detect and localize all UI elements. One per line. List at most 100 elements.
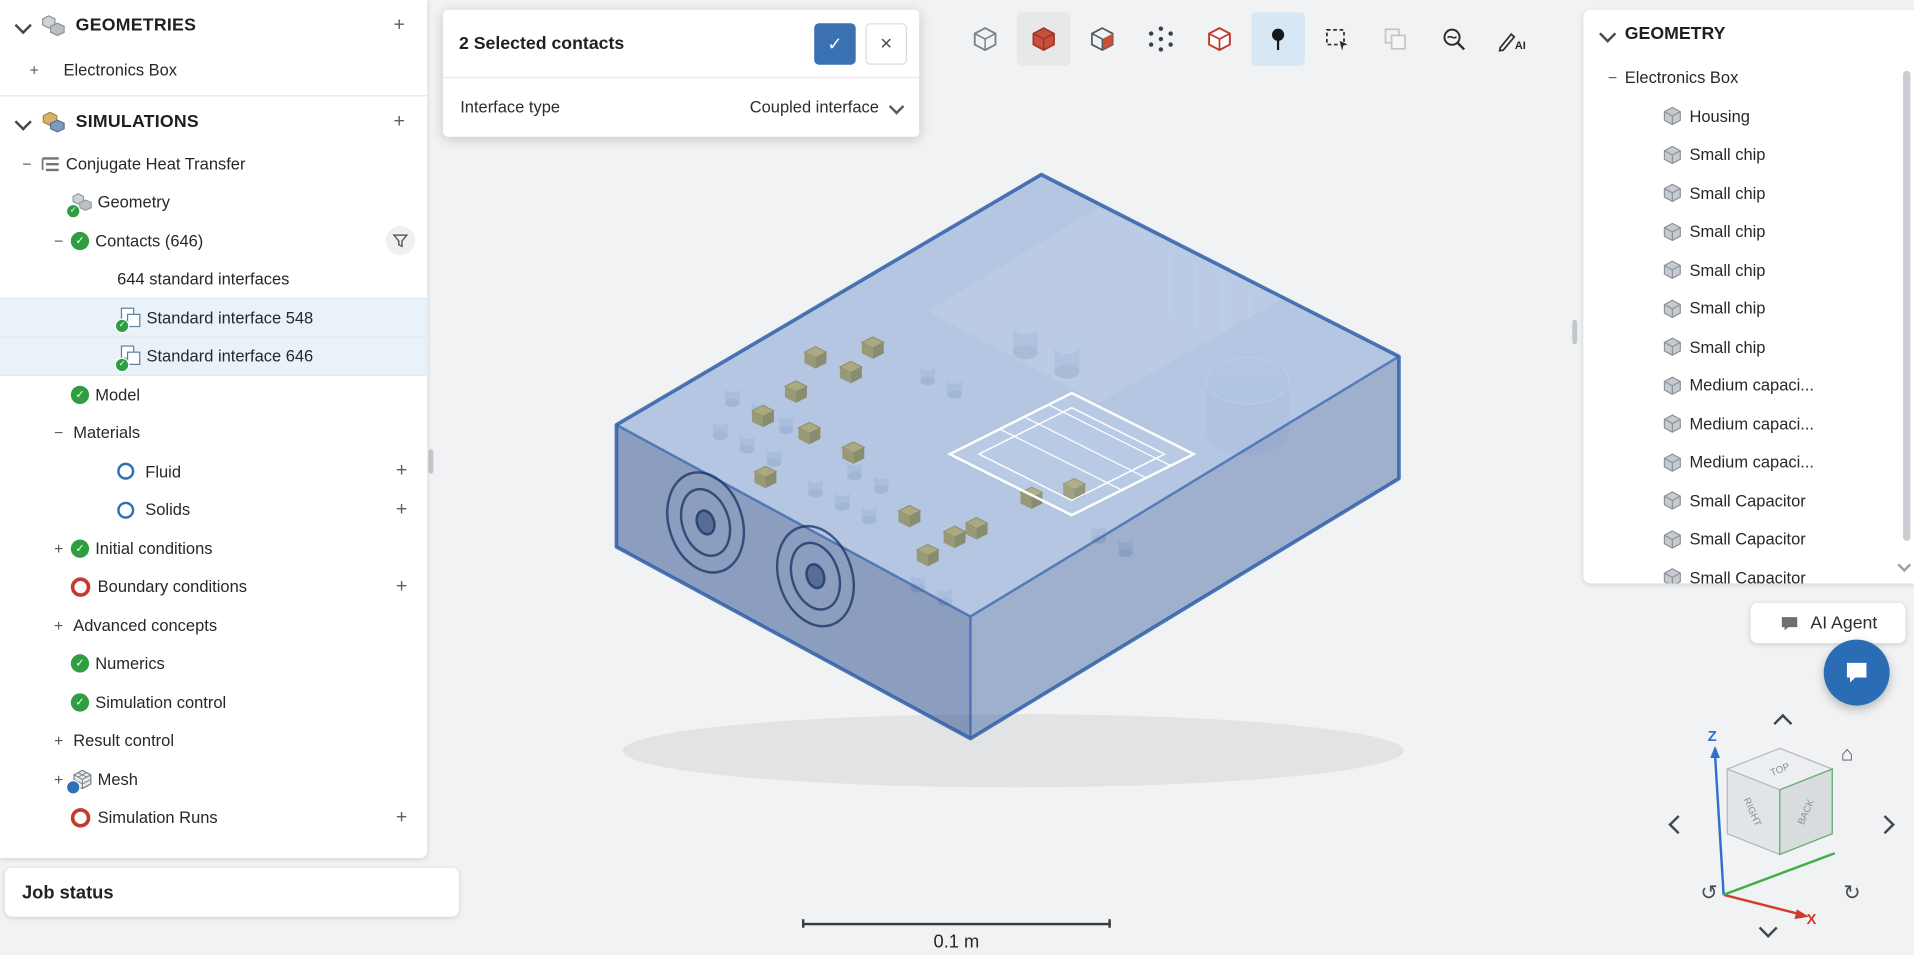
home-view-button[interactable]: ⌂ <box>1841 742 1854 766</box>
interface-type-value: Coupled interface <box>750 98 879 116</box>
tree-item-mesh[interactable]: Mesh <box>0 760 427 798</box>
rotate-up-button[interactable] <box>1776 714 1789 736</box>
add-geometry-button[interactable] <box>386 12 413 39</box>
geom-item[interactable]: Medium capaci... <box>1583 366 1914 404</box>
tree-item-simulation-runs[interactable]: Simulation Runs <box>0 798 427 836</box>
geom-item[interactable]: Small chip <box>1583 212 1914 250</box>
probe-inspect-icon[interactable] <box>1427 12 1481 66</box>
job-status-label: Job status <box>22 882 114 903</box>
add-boundary-condition-button[interactable] <box>388 573 415 600</box>
tree-item-644-standard-interfaces[interactable]: 644 standard interfaces <box>0 260 427 298</box>
geom-item[interactable]: Small Capacitor <box>1583 520 1914 558</box>
collapse-icon[interactable] <box>17 155 37 173</box>
expand-icon[interactable] <box>49 616 69 634</box>
part-cube-icon <box>1661 413 1683 435</box>
expand-icon[interactable] <box>24 61 44 79</box>
interface-type-select[interactable]: Coupled interface <box>750 98 902 116</box>
chevron-down-icon <box>15 17 32 34</box>
scale-label: 0.1 m <box>802 931 1111 952</box>
tree-item-boundary-conditions[interactable]: Boundary conditions <box>0 568 427 606</box>
geom-item[interactable]: Small Capacitor <box>1583 482 1914 520</box>
tree-item-initial-conditions[interactable]: Initial conditions <box>0 529 427 567</box>
collapse-icon[interactable] <box>49 232 69 250</box>
check-badge-icon <box>66 204 81 219</box>
tree-item-electronics-box-geom[interactable]: Electronics Box <box>0 51 427 89</box>
rotate-down-button[interactable] <box>1761 919 1774 941</box>
expand-icon[interactable] <box>49 539 69 557</box>
view-cube[interactable]: TOP RIGHT BACK Z X <box>1654 702 1910 952</box>
geometry-icon <box>71 191 93 213</box>
interface-icon <box>120 345 142 367</box>
tree-item-model[interactable]: Model <box>0 375 427 413</box>
chevron-down-icon <box>15 113 32 130</box>
ai-agent-label: AI Agent <box>1810 613 1877 633</box>
left-panel-resize-handle[interactable] <box>428 449 433 473</box>
geom-item-electronics-box[interactable]: Electronics Box <box>1583 59 1914 97</box>
tree-item-fluid[interactable]: Fluid <box>0 452 427 490</box>
rotate-ccw-button[interactable]: ↺ <box>1700 881 1717 905</box>
tree-item-numerics[interactable]: Numerics <box>0 645 427 683</box>
scroll-down-icon[interactable] <box>1899 554 1909 576</box>
geom-item[interactable]: Medium capaci... <box>1583 405 1914 443</box>
filter-button[interactable] <box>386 226 415 255</box>
scale-bar <box>802 923 1111 925</box>
isolate-selection-icon <box>1368 12 1422 66</box>
collapse-icon[interactable] <box>49 424 69 442</box>
box-select-icon[interactable] <box>1310 12 1364 66</box>
tree-item-materials[interactable]: Materials <box>0 414 427 452</box>
geometries-header[interactable]: GEOMETRIES <box>0 0 427 51</box>
select-edges-icon[interactable] <box>1193 12 1247 66</box>
simulations-header[interactable]: SIMULATIONS <box>0 98 427 144</box>
right-panel-resize-handle[interactable] <box>1572 320 1577 344</box>
geometry-header[interactable]: GEOMETRY <box>1583 10 1914 59</box>
geom-item[interactable]: Small chip <box>1583 174 1914 212</box>
rotate-cw-button[interactable]: ↻ <box>1843 881 1860 905</box>
select-faces-icon[interactable] <box>1075 12 1129 66</box>
ai-agent-button[interactable]: AI Agent <box>1750 603 1905 643</box>
tree-item-conjugate-heat-transfer[interactable]: Conjugate Heat Transfer <box>0 145 427 183</box>
part-cube-icon <box>1661 567 1683 584</box>
add-solid-button[interactable] <box>388 497 415 524</box>
geom-item[interactable]: Medium capaci... <box>1583 443 1914 481</box>
confirm-button[interactable] <box>814 23 856 65</box>
select-volumes-icon[interactable] <box>958 12 1012 66</box>
add-fluid-button[interactable] <box>388 458 415 485</box>
select-vertices-icon[interactable] <box>1134 12 1188 66</box>
geom-item[interactable]: Small chip <box>1583 289 1914 327</box>
select-solids-icon[interactable] <box>1017 12 1071 66</box>
geom-item[interactable]: Small chip <box>1583 135 1914 173</box>
tree-item-standard-interface-548[interactable]: Standard interface 548 <box>0 298 427 336</box>
job-status-bar[interactable]: Job status <box>5 868 459 917</box>
geom-item[interactable]: Small chip <box>1583 251 1914 289</box>
geom-item[interactable]: Small Capacitor <box>1583 558 1914 583</box>
cancel-button[interactable] <box>865 23 907 65</box>
tree-item-contacts[interactable]: Contacts (646) <box>0 222 427 260</box>
selection-title: 2 Selected contacts <box>459 34 624 54</box>
geom-item[interactable]: Small chip <box>1583 328 1914 366</box>
rotate-left-button[interactable] <box>1671 815 1684 837</box>
pin-tool-icon[interactable] <box>1251 12 1305 66</box>
expand-icon[interactable] <box>49 732 69 750</box>
check-icon <box>71 539 89 557</box>
simulation-tree-panel: GEOMETRIES Electronics Box SIMULATIONS C… <box>0 0 427 858</box>
support-chat-button[interactable] <box>1824 640 1890 706</box>
navigation-cube-widget: TOP RIGHT BACK Z X ⌂ ↺ ↻ <box>1654 702 1910 952</box>
check-icon <box>71 655 89 673</box>
ai-annotate-icon[interactable]: AI <box>1486 12 1540 66</box>
tree-item-advanced-concepts[interactable]: Advanced concepts <box>0 606 427 644</box>
check-badge-icon <box>115 357 130 372</box>
rotate-right-button[interactable] <box>1879 815 1892 837</box>
geom-item[interactable]: Housing <box>1583 97 1914 135</box>
tree-item-geometry[interactable]: Geometry <box>0 183 427 221</box>
collapse-icon[interactable] <box>1603 69 1623 87</box>
scrollbar-thumb[interactable] <box>1903 71 1910 541</box>
tree-item-simulation-control[interactable]: Simulation control <box>0 683 427 721</box>
add-simulation-run-button[interactable] <box>388 804 415 831</box>
viewport-toolbar: AI <box>958 12 1539 66</box>
tree-item-standard-interface-646[interactable]: Standard interface 646 <box>0 337 427 375</box>
model-shadow <box>623 714 1404 787</box>
add-simulation-button[interactable] <box>386 108 413 135</box>
part-cube-icon <box>1661 490 1683 512</box>
tree-item-result-control[interactable]: Result control <box>0 721 427 759</box>
tree-item-solids[interactable]: Solids <box>0 491 427 529</box>
